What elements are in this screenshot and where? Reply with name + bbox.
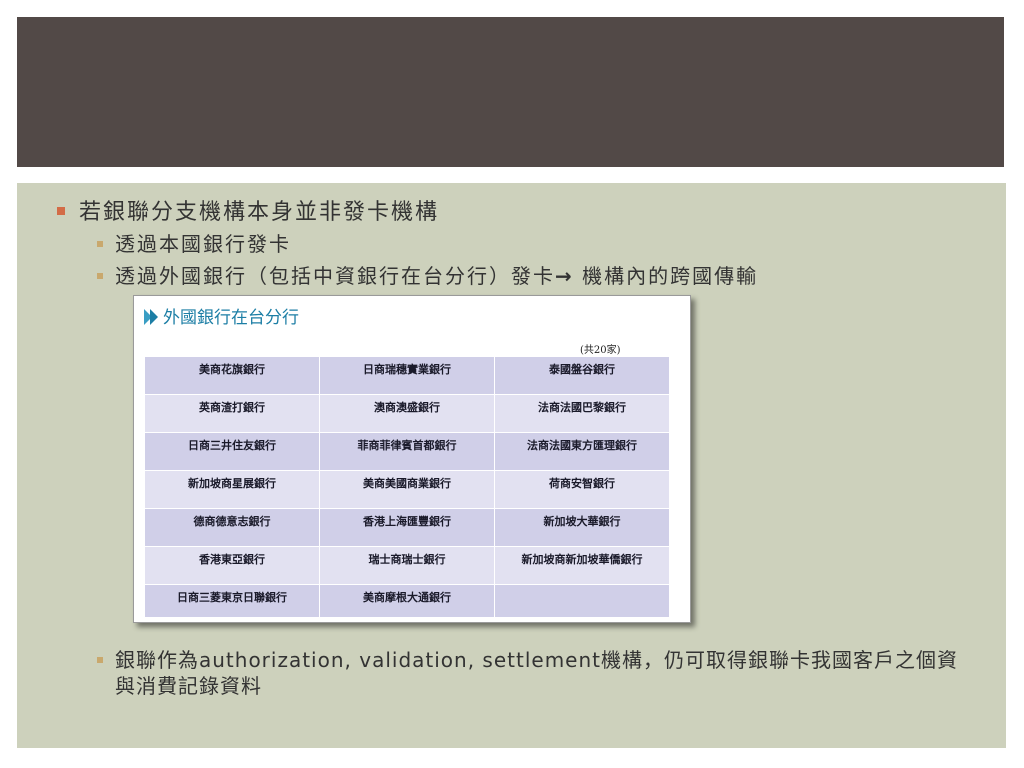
bank-cell bbox=[494, 584, 670, 618]
bank-cell: 泰國盤谷銀行 bbox=[494, 356, 670, 395]
panel-title-text: 外國銀行在台分行 bbox=[163, 308, 299, 328]
table-row: 美商花旗銀行 日商瑞穗實業銀行 泰國盤谷銀行 bbox=[144, 356, 670, 395]
bullet-square-icon bbox=[97, 657, 103, 663]
bullet2b-suffix: 機構內的跨國傳輸 bbox=[573, 264, 759, 288]
bank-cell: 法商法國東方匯理銀行 bbox=[494, 432, 670, 471]
bank-count: (共20家) bbox=[580, 345, 621, 356]
double-triangle-icon bbox=[144, 308, 158, 325]
bullet-level2-domestic: 透過本國銀行發卡 bbox=[97, 231, 291, 257]
table-row: 新加坡商星展銀行 美商美國商業銀行 荷商安智銀行 bbox=[144, 470, 670, 509]
bank-cell: 新加坡大華銀行 bbox=[494, 508, 670, 547]
bullet-square-icon bbox=[57, 207, 65, 215]
bank-table: 美商花旗銀行 日商瑞穗實業銀行 泰國盤谷銀行 英商渣打銀行 澳商澳盛銀行 法商法國巴黎銀行… bbox=[144, 356, 670, 618]
bank-cell: 美商摩根大通銀行 bbox=[319, 584, 495, 618]
bullet-level2-unionpay: 銀聯作為authorization, validation, settlemen… bbox=[97, 647, 977, 699]
foreign-banks-panel: 外國銀行在台分行 (共20家) 美商花旗銀行 日商瑞穗實業銀行 泰國盤谷銀行 英商渣打… bbox=[133, 295, 691, 623]
slide-content: 若銀聯分支機構本身並非發卡機構 透過本國銀行發卡 透過外國銀行（包括中資銀行在台… bbox=[17, 183, 1006, 748]
bank-cell: 荷商安智銀行 bbox=[494, 470, 670, 509]
bank-cell: 香港上海匯豐銀行 bbox=[319, 508, 495, 547]
bullet-square-icon bbox=[97, 240, 103, 247]
bullet2c-text: 銀聯作為authorization, validation, settlemen… bbox=[115, 648, 958, 698]
bank-cell: 法商法國巴黎銀行 bbox=[494, 394, 670, 433]
bullet2a-text: 透過本國銀行發卡 bbox=[115, 232, 291, 256]
bank-cell: 瑞士商瑞士銀行 bbox=[319, 546, 495, 585]
bank-cell: 德商德意志銀行 bbox=[144, 508, 320, 547]
bullet-level2-foreign: 透過外國銀行（包括中資銀行在台分行）發卡→ 機構內的跨國傳輸 bbox=[97, 263, 758, 289]
bank-cell: 日商三菱東京日聯銀行 bbox=[144, 584, 320, 618]
bullet-square-icon bbox=[97, 272, 103, 279]
slide-title-band bbox=[17, 17, 1004, 167]
bank-cell: 日商瑞穗實業銀行 bbox=[319, 356, 495, 395]
table-row: 日商三菱東京日聯銀行 美商摩根大通銀行 bbox=[144, 584, 670, 618]
bank-cell: 英商渣打銀行 bbox=[144, 394, 320, 433]
bank-cell: 新加坡商星展銀行 bbox=[144, 470, 320, 509]
bullet2b-text: 透過外國銀行（包括中資銀行在台分行）發卡 bbox=[115, 264, 555, 288]
right-arrow-icon: → bbox=[555, 264, 574, 288]
panel-title: 外國銀行在台分行 bbox=[144, 303, 299, 328]
bank-cell: 日商三井住友銀行 bbox=[144, 432, 320, 471]
bank-cell: 新加坡商新加坡華僑銀行 bbox=[494, 546, 670, 585]
bank-cell: 澳商澳盛銀行 bbox=[319, 394, 495, 433]
table-row: 香港東亞銀行 瑞士商瑞士銀行 新加坡商新加坡華僑銀行 bbox=[144, 546, 670, 585]
table-row: 日商三井住友銀行 菲商菲律賓首都銀行 法商法國東方匯理銀行 bbox=[144, 432, 670, 471]
table-row: 英商渣打銀行 澳商澳盛銀行 法商法國巴黎銀行 bbox=[144, 394, 670, 433]
bank-cell: 菲商菲律賓首都銀行 bbox=[319, 432, 495, 471]
bank-cell: 美商美國商業銀行 bbox=[319, 470, 495, 509]
bullet-level1: 若銀聯分支機構本身並非發卡機構 bbox=[57, 199, 439, 227]
bank-cell: 香港東亞銀行 bbox=[144, 546, 320, 585]
table-row: 德商德意志銀行 香港上海匯豐銀行 新加坡大華銀行 bbox=[144, 508, 670, 547]
bank-cell: 美商花旗銀行 bbox=[144, 356, 320, 395]
bullet1-text: 若銀聯分支機構本身並非發卡機構 bbox=[79, 200, 440, 225]
